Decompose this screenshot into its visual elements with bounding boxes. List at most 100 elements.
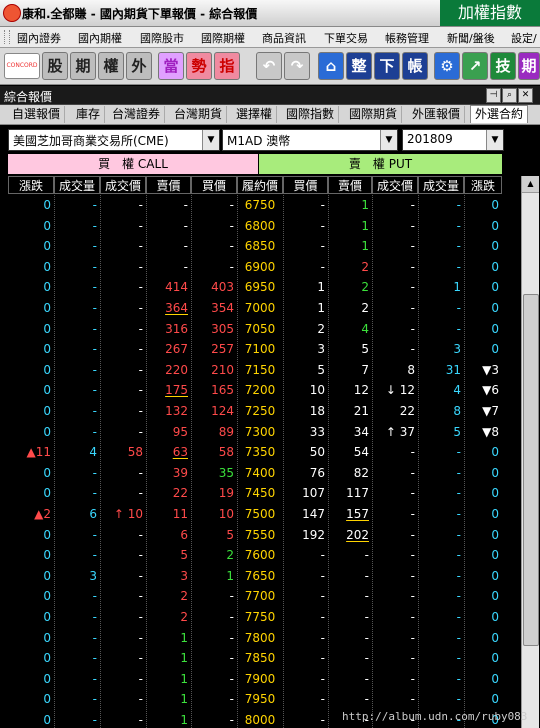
index-button[interactable]: 加權指數 bbox=[440, 0, 540, 26]
toolbar-futures-button[interactable]: 期 bbox=[70, 52, 96, 80]
table-row[interactable]: 0 - - 132 124 7250 18 21 22 8 ▼7 bbox=[8, 401, 502, 421]
column-header-put-last[interactable]: 成交價 bbox=[372, 176, 418, 194]
chevron-down-icon[interactable]: ▼ bbox=[486, 130, 503, 150]
toolbar-whole-button[interactable]: 整 bbox=[346, 52, 372, 80]
pin-icon[interactable]: ⊣ bbox=[486, 88, 501, 103]
strike-price-cell: 7950 bbox=[244, 692, 276, 707]
menu-news[interactable]: 新聞/盤後 bbox=[447, 30, 495, 46]
table-row[interactable]: 0 - - 95 89 7300 33 34 ↑ 37 5 ▼8 bbox=[8, 422, 502, 442]
menu-settings[interactable]: 設定/ bbox=[511, 30, 537, 46]
tab-intl-futures[interactable]: 國際期貨 bbox=[345, 106, 403, 123]
tab-watchlist[interactable]: 自選報價 bbox=[8, 106, 66, 123]
put-ask-cell: 7 bbox=[361, 362, 369, 377]
table-row[interactable]: 0 3 - 3 1 7650 - - - - 0 bbox=[8, 566, 502, 586]
toolbar-forward-button[interactable]: ↷ bbox=[284, 52, 310, 80]
toolbar-back-button[interactable]: ↶ bbox=[256, 52, 282, 80]
table-row[interactable]: ▲2 6 ↑ 10 11 10 7500 147 157 - - 0 bbox=[8, 504, 502, 524]
toolbar-home-button[interactable]: ⌂ bbox=[318, 52, 344, 80]
column-header-put-ask[interactable]: 賣價 bbox=[328, 176, 372, 194]
table-row[interactable]: 0 - - 22 19 7450 107 117 - - 0 bbox=[8, 483, 502, 503]
scroll-up-icon[interactable]: ▲ bbox=[522, 176, 539, 193]
toolbar-trend-button[interactable]: 勢 bbox=[186, 52, 212, 80]
table-row[interactable]: ▲11 4 58 63 58 7350 50 54 - - 0 bbox=[8, 442, 502, 462]
column-header-call-ask[interactable]: 賣價 bbox=[146, 176, 191, 194]
tab-fx-quotes[interactable]: 外匯報價 bbox=[408, 106, 466, 123]
put-bid-cell: 2 bbox=[317, 321, 325, 336]
table-row[interactable]: 0- -2-7700- - - -0 bbox=[8, 586, 502, 606]
table-row[interactable]: 0 - - 267 257 7100 3 5 - 3 0 bbox=[8, 339, 502, 359]
menu-international-futures[interactable]: 國際期權 bbox=[201, 30, 245, 46]
call-bid-cell: - bbox=[229, 610, 234, 624]
forward-arrow-icon: ↷ bbox=[290, 57, 304, 75]
tab-tw-securities[interactable]: 台灣證券 bbox=[108, 106, 166, 123]
toolbar-stock-button[interactable]: 股 bbox=[42, 52, 68, 80]
put-last-cell: ↑ 37 bbox=[385, 424, 415, 439]
column-header-put-bid[interactable]: 買價 bbox=[283, 176, 328, 194]
put-bid-cell: - bbox=[320, 259, 325, 274]
menu-domestic-futures-options[interactable]: 國內期權 bbox=[78, 30, 122, 46]
table-row[interactable]: 0- - - -6900-2- -0 bbox=[8, 257, 502, 277]
toolbar-settings-button[interactable]: ⚙ bbox=[434, 52, 460, 80]
tab-intl-index[interactable]: 國際指數 bbox=[282, 106, 340, 123]
chevron-down-icon[interactable]: ▼ bbox=[202, 130, 219, 150]
product-select[interactable]: M1AD 澳幣 ▼ bbox=[222, 129, 398, 151]
scrollbar-thumb[interactable] bbox=[523, 294, 539, 646]
table-row[interactable]: 0 - - 6 5 7550 192 202 - - 0 bbox=[8, 525, 502, 545]
table-row[interactable]: 0- - - -6800-1- -0 bbox=[8, 216, 502, 236]
table-row[interactable]: 0 - - 220 210 7150 5 7 8 31 ▼3 bbox=[8, 360, 502, 380]
table-row[interactable]: 0 - - 5 2 7600 - - - - 0 bbox=[8, 545, 502, 565]
toolbar-account-button[interactable]: 帳 bbox=[402, 52, 428, 80]
table-row[interactable]: 0 - - 316 305 7050 2 4 - - 0 bbox=[8, 319, 502, 339]
table-row[interactable]: 0- -1-7950- - - -0 bbox=[8, 689, 502, 709]
table-row[interactable]: 0- -1-7900- - - -0 bbox=[8, 669, 502, 689]
put-ask-cell: - bbox=[364, 610, 369, 624]
menu-product-info[interactable]: 商品資訊 bbox=[262, 30, 306, 46]
search-icon[interactable]: ⌕ bbox=[502, 88, 517, 103]
column-header-put-volume[interactable]: 成交量 bbox=[418, 176, 464, 194]
toolbar-order-button[interactable]: 下 bbox=[374, 52, 400, 80]
put-change-cell: 0 bbox=[491, 486, 499, 501]
table-row[interactable]: 0- - - -6850-1- -0 bbox=[8, 236, 502, 256]
table-row[interactable]: 0- -1-7800- - - -0 bbox=[8, 628, 502, 648]
tab-tw-futures[interactable]: 台灣期貨 bbox=[170, 106, 228, 123]
call-volume-cell: 3 bbox=[89, 568, 97, 583]
tab-inventory[interactable]: 庫存 bbox=[72, 106, 106, 123]
toolbar-index-button[interactable]: 指 bbox=[214, 52, 240, 80]
column-header-strike-price[interactable]: 履約價 bbox=[237, 176, 283, 194]
table-row[interactable]: 0 - - 39 35 7400 76 82 - - 0 bbox=[8, 463, 502, 483]
column-header-call-change[interactable]: 漲跌 bbox=[8, 176, 54, 194]
close-icon[interactable]: ✕ bbox=[518, 88, 533, 103]
menu-account-management[interactable]: 帳務管理 bbox=[385, 30, 429, 46]
table-row[interactable]: 0- -2-7750- - - -0 bbox=[8, 607, 502, 627]
menu-order-trading[interactable]: 下單交易 bbox=[324, 30, 368, 46]
vertical-scrollbar[interactable]: ▲ bbox=[521, 176, 539, 728]
menu-domestic-securities[interactable]: 國內證券 bbox=[17, 30, 61, 46]
call-volume-cell: - bbox=[92, 713, 97, 727]
put-volume-cell: 31 bbox=[445, 362, 461, 377]
toolbar-technical-button[interactable]: 技 bbox=[490, 52, 516, 80]
column-header-call-bid[interactable]: 買價 bbox=[191, 176, 237, 194]
toolbar-period-button[interactable]: 期 bbox=[518, 52, 540, 80]
panel-title: 綜合報價 bbox=[4, 90, 53, 104]
tab-foreign-options[interactable]: 外選合約 bbox=[470, 105, 529, 123]
concord-logo-button[interactable]: CONCORD bbox=[4, 53, 40, 79]
table-row[interactable]: 0- - - -6750-1- -0 bbox=[8, 195, 502, 215]
table-row[interactable]: 0 - - 414 403 6950 1 2 - 1 0 bbox=[8, 277, 502, 297]
toolbar-foreign-button[interactable]: 外 bbox=[126, 52, 152, 80]
exchange-select[interactable]: 美國芝加哥商業交易所(CME) ▼ bbox=[8, 129, 220, 151]
column-header-put-change[interactable]: 漲跌 bbox=[464, 176, 502, 194]
table-row[interactable]: 0 - - 175 165 7200 10 12 ↓ 12 4 ▼6 bbox=[8, 380, 502, 400]
month-select[interactable]: 201809 ▼ bbox=[402, 129, 504, 151]
table-row[interactable]: 0 - - 364 354 7000 1 2 - - 0 bbox=[8, 298, 502, 318]
table-row[interactable]: 0- -1-7850- - - -0 bbox=[8, 648, 502, 668]
menu-international-stocks[interactable]: 國際股市 bbox=[140, 30, 184, 46]
chevron-down-icon[interactable]: ▼ bbox=[380, 130, 397, 150]
column-header-call-volume[interactable]: 成交量 bbox=[54, 176, 100, 194]
column-header-call-last[interactable]: 成交價 bbox=[100, 176, 146, 194]
toolbar-options-button[interactable]: 權 bbox=[98, 52, 124, 80]
put-change-cell: 0 bbox=[491, 630, 499, 645]
strike-price-cell: 7850 bbox=[244, 651, 276, 666]
tab-options[interactable]: 選擇權 bbox=[232, 106, 278, 123]
toolbar-chart-button[interactable]: ↗ bbox=[462, 52, 488, 80]
toolbar-daytrade-button[interactable]: 當 bbox=[158, 52, 184, 80]
